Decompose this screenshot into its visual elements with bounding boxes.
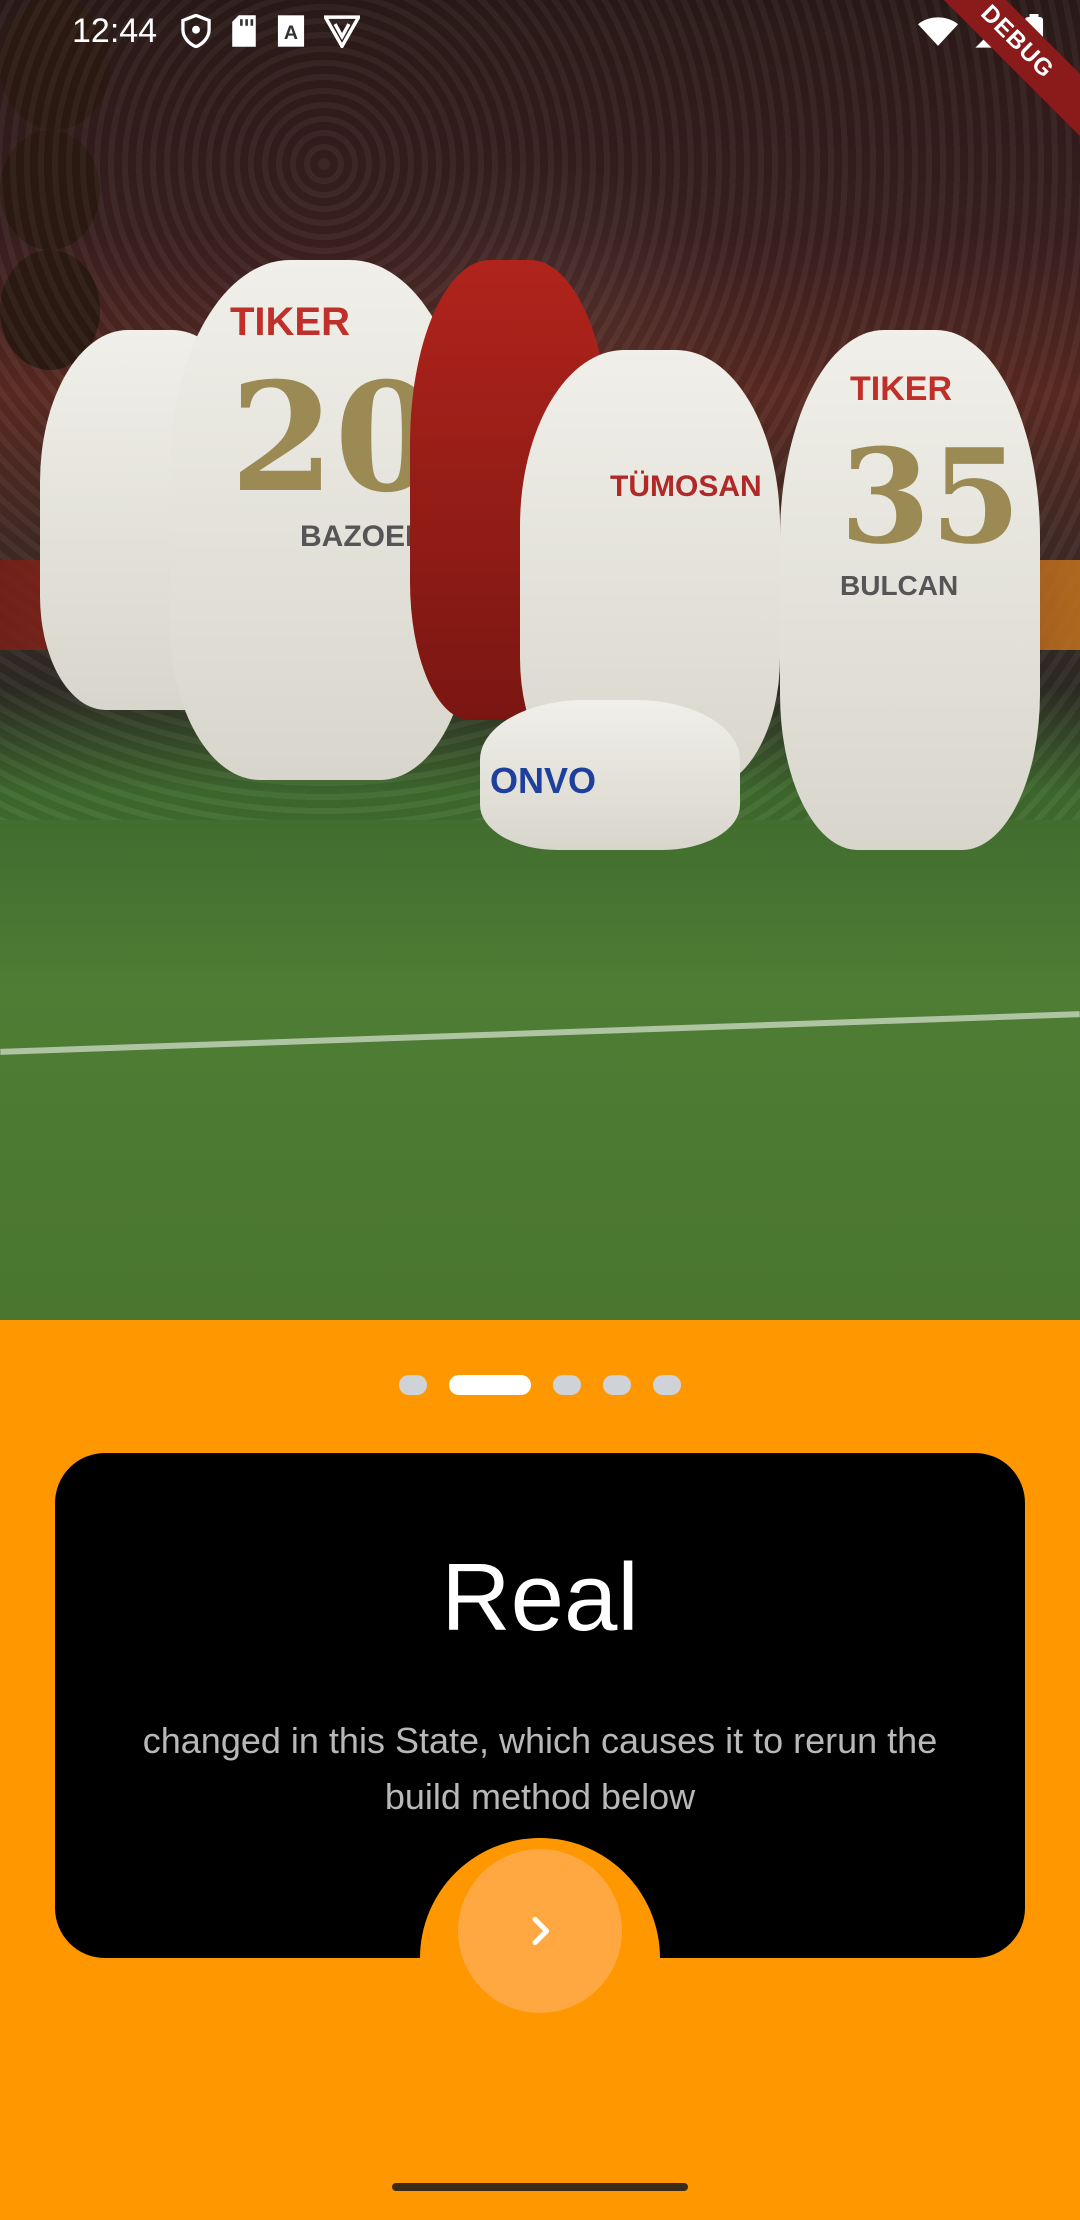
- page-dot-3[interactable]: [553, 1375, 581, 1395]
- vpn-icon: [324, 15, 360, 48]
- jersey-number-35: 35: [840, 420, 1021, 573]
- page-dot-1[interactable]: [399, 1375, 427, 1395]
- wifi-icon: [918, 17, 958, 46]
- player-shorts: ONVO: [480, 700, 740, 850]
- card-title: Real: [441, 1544, 639, 1651]
- page-dot-2-active[interactable]: [449, 1375, 531, 1395]
- sd-card-icon: [232, 15, 256, 47]
- page-dot-5[interactable]: [653, 1375, 681, 1395]
- next-button[interactable]: [458, 1849, 622, 2013]
- sponsor-text-3: TIKER: [850, 370, 952, 408]
- page-dot-4[interactable]: [603, 1375, 631, 1395]
- player-name-text: BAZOER: [300, 520, 427, 553]
- card-description: changed in this State, which causes it t…: [142, 1720, 938, 1817]
- status-icons-left: A: [180, 14, 360, 48]
- svg-text:A: A: [284, 22, 298, 44]
- sponsor-text-4: ONVO: [490, 760, 597, 801]
- chevron-right-icon: [532, 1916, 550, 1946]
- player-name-text-2: BULCAN: [840, 570, 959, 601]
- hero-photo: 20 TIKER BAZOER TÜMOSAN TIKER 35 BULCAN …: [0, 0, 1080, 1320]
- jersey-number-20: 20: [230, 350, 439, 526]
- home-indicator[interactable]: [392, 2183, 688, 2191]
- page-indicator: [0, 1375, 1080, 1395]
- status-bar: 12:44 A: [0, 0, 1080, 64]
- a-icon: A: [277, 15, 305, 47]
- pitch-line: [0, 1011, 1080, 1055]
- player-35: TIKER 35 BULCAN: [780, 330, 1040, 850]
- shield-icon: [181, 14, 211, 48]
- status-time: 12:44: [72, 12, 158, 50]
- sponsor-text: TIKER: [230, 300, 350, 344]
- sponsor-text-2: TÜMOSAN: [610, 470, 762, 503]
